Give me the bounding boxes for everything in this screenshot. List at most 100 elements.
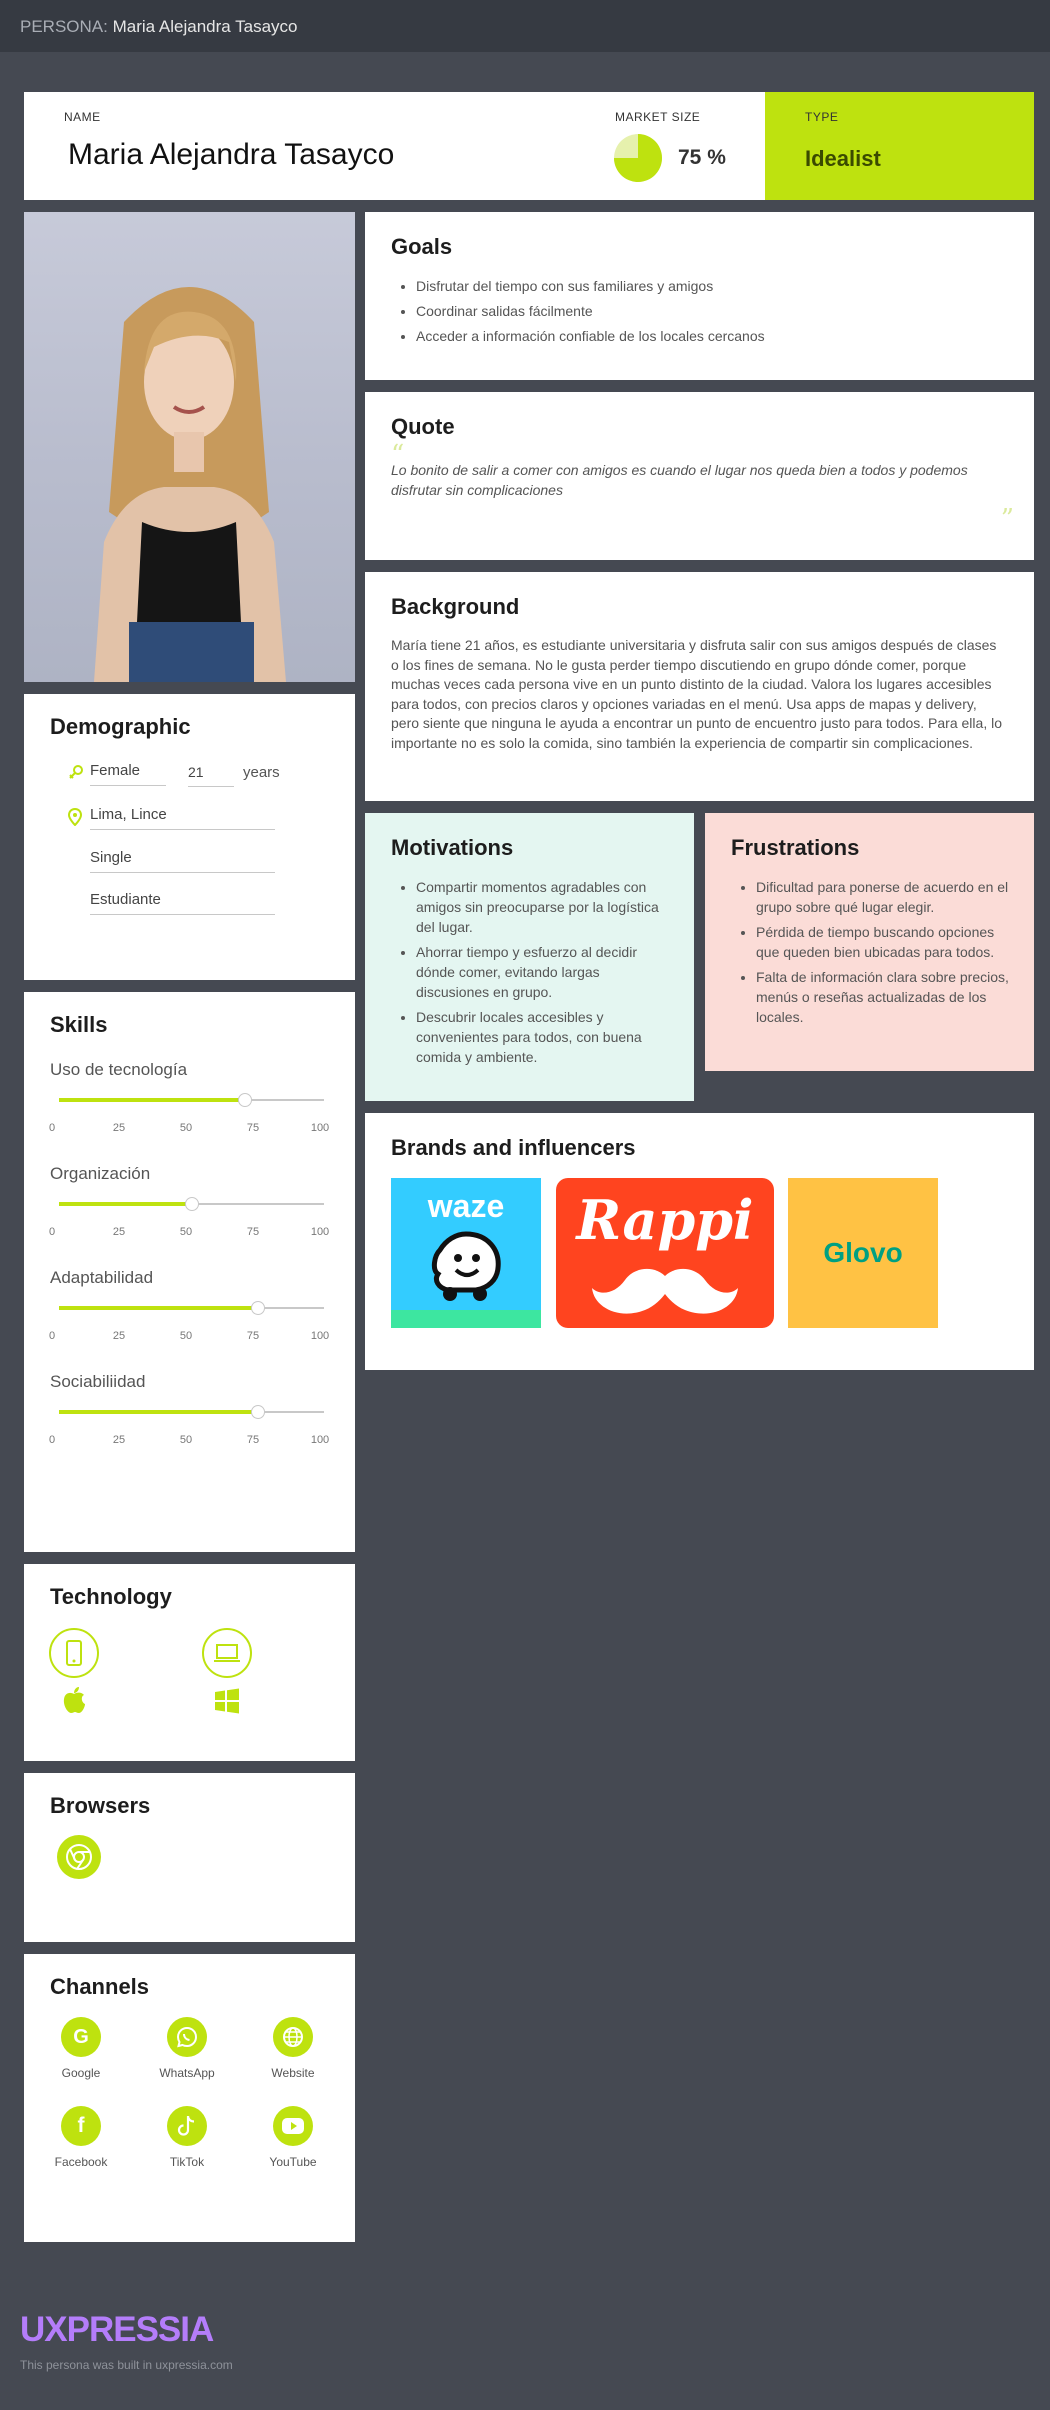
technology-title: Technology bbox=[50, 1584, 172, 1609]
market-size-pie bbox=[614, 134, 662, 182]
persona-photo-illustration bbox=[94, 287, 286, 682]
rappi-wordmark: Rappi bbox=[576, 1188, 754, 1252]
skill-slider-handle[interactable] bbox=[250, 1405, 265, 1419]
waze-ghost-icon bbox=[431, 1231, 501, 1301]
waze-logo[interactable]: waze bbox=[391, 1178, 541, 1328]
channels-title: Channels bbox=[50, 1974, 150, 1999]
skill-scale-tick: 100 bbox=[310, 1226, 330, 1238]
quote-section: Quote “ Lo bonito de salir a comer con a… bbox=[365, 392, 1034, 560]
goals-list: Disfrutar del tiempo con sus familiares … bbox=[391, 276, 1011, 351]
glovo-logo[interactable]: Glovo bbox=[788, 1178, 938, 1328]
tiktok-icon[interactable] bbox=[167, 2106, 207, 2146]
channel-label-website: Website bbox=[271, 2066, 315, 2080]
skill-scale-tick: 100 bbox=[310, 1330, 330, 1342]
background-section: Background María tiene 21 años, es estud… bbox=[365, 572, 1034, 801]
top-bar: PERSONA: Maria Alejandra Tasayco bbox=[0, 0, 1050, 52]
motivations-title: Motivations bbox=[391, 835, 514, 860]
skill-scale-tick: 100 bbox=[310, 1122, 330, 1134]
skill-slider-handle[interactable] bbox=[184, 1197, 199, 1211]
goal-item: Acceder a información confiable de los l… bbox=[416, 326, 1011, 346]
persona-prefix: PERSONA: bbox=[20, 17, 108, 36]
skill-label: Uso de tecnología bbox=[50, 1060, 188, 1079]
channel-label-facebook: Facebook bbox=[54, 2155, 108, 2169]
skill-slider-fill bbox=[59, 1202, 192, 1206]
goals-section: Goals Disfrutar del tiempo con sus famil… bbox=[365, 212, 1034, 380]
occupation-field[interactable]: Estudiante bbox=[90, 891, 275, 915]
motivations-list: Compartir momentos agradables con amigos… bbox=[391, 877, 671, 1072]
facebook-icon[interactable]: f bbox=[61, 2106, 101, 2146]
background-text: María tiene 21 años, es estudiante unive… bbox=[391, 637, 1002, 751]
youtube-icon[interactable] bbox=[273, 2106, 313, 2146]
skill-slider-fill bbox=[59, 1410, 258, 1414]
channel-label-tiktok: TikTok bbox=[169, 2155, 205, 2169]
persona-full-name: Maria Alejandra Tasayco bbox=[68, 138, 395, 171]
skill-label: Sociabiliidad bbox=[50, 1372, 146, 1391]
persona-header: NAME Maria Alejandra Tasayco MARKET SIZE… bbox=[24, 92, 1034, 200]
browsers-section: Browsers bbox=[24, 1773, 355, 1942]
motivation-item: Descubrir locales accesibles y convenien… bbox=[416, 1007, 671, 1067]
rappi-logo[interactable]: Rappi bbox=[556, 1178, 774, 1328]
location-field[interactable]: Lima, Lince bbox=[90, 806, 275, 830]
channel-label-youtube: YouTube bbox=[269, 2155, 317, 2169]
skill-scale-tick: 75 bbox=[246, 1226, 260, 1238]
skill-scale-tick: 100 bbox=[310, 1434, 330, 1446]
type-value: Idealist bbox=[805, 146, 881, 171]
skill-slider[interactable] bbox=[59, 1093, 324, 1107]
skill-scale-tick: 0 bbox=[48, 1122, 56, 1134]
skill-slider-handle[interactable] bbox=[237, 1093, 252, 1107]
skill-scale-tick: 75 bbox=[246, 1122, 260, 1134]
skill-scale-tick: 0 bbox=[48, 1330, 56, 1342]
persona-photo bbox=[24, 212, 355, 682]
channel-label-google: Google bbox=[61, 2066, 101, 2080]
waze-wordmark: waze bbox=[427, 1188, 505, 1224]
skill-scale-tick: 25 bbox=[112, 1434, 126, 1446]
skill-slider-handle[interactable] bbox=[250, 1301, 265, 1315]
quote-close-mark: ” bbox=[1000, 504, 1014, 534]
apple-icon bbox=[63, 1687, 85, 1713]
goal-item: Disfrutar del tiempo con sus familiares … bbox=[416, 276, 1011, 296]
frustration-item: Falta de información clara sobre precios… bbox=[756, 967, 1011, 1027]
browsers-title: Browsers bbox=[50, 1793, 151, 1818]
skill-slider-fill bbox=[59, 1306, 258, 1310]
location-pin-icon bbox=[68, 808, 82, 826]
skill-slider[interactable] bbox=[59, 1197, 324, 1211]
frustrations-section: Frustrations Dificultad para ponerse de … bbox=[705, 813, 1034, 1071]
skill-slider[interactable] bbox=[59, 1301, 324, 1315]
frustrations-title: Frustrations bbox=[731, 835, 860, 860]
brands-section: Brands and influencers waze Rappi Glovo bbox=[365, 1113, 1034, 1370]
skill-scale-tick: 50 bbox=[179, 1434, 193, 1446]
channel-label-whatsapp: WhatsApp bbox=[159, 2066, 215, 2080]
skill-scale-tick: 75 bbox=[246, 1434, 260, 1446]
age-field[interactable]: 21 bbox=[188, 764, 234, 787]
quote-text: Lo bonito de salir a comer con amigos es… bbox=[391, 462, 968, 498]
uxpressia-logo[interactable]: UXPRESSIA bbox=[20, 2310, 214, 2350]
demographic-section: Demographic Female 21 years Lima, Lince … bbox=[24, 694, 355, 980]
demographic-title: Demographic bbox=[50, 714, 191, 739]
gender-icon bbox=[69, 765, 83, 779]
age-unit: years bbox=[243, 764, 280, 781]
market-size-value: 75 % bbox=[678, 146, 726, 169]
technology-section: Technology bbox=[24, 1564, 355, 1761]
skill-scale-tick: 50 bbox=[179, 1122, 193, 1134]
skill-label: Organización bbox=[50, 1164, 151, 1183]
skill-slider[interactable] bbox=[59, 1405, 324, 1419]
skill-scale-tick: 50 bbox=[179, 1330, 193, 1342]
channels-section: Channels G Google WhatsApp Website f Fac… bbox=[24, 1954, 355, 2242]
waze-bottom-band bbox=[391, 1310, 541, 1328]
skill-scale-tick: 25 bbox=[112, 1330, 126, 1342]
name-label: NAME bbox=[64, 110, 101, 124]
motivation-item: Ahorrar tiempo y esfuerzo al decidir dón… bbox=[416, 942, 671, 1002]
skills-section: Skills Uso de tecnología 0 25 50 75 100 Organi… bbox=[24, 992, 355, 1552]
globe-icon[interactable] bbox=[273, 2017, 313, 2057]
skill-scale-tick: 75 bbox=[246, 1330, 260, 1342]
laptop-icon bbox=[202, 1628, 252, 1678]
chrome-icon bbox=[57, 1835, 101, 1879]
brands-title: Brands and influencers bbox=[391, 1135, 636, 1160]
gender-field[interactable]: Female bbox=[90, 762, 166, 786]
motivation-item: Compartir momentos agradables con amigos… bbox=[416, 877, 671, 937]
google-icon[interactable]: G bbox=[61, 2017, 101, 2057]
rappi-mustache-icon bbox=[592, 1268, 738, 1314]
market-size-label: MARKET SIZE bbox=[615, 110, 701, 124]
whatsapp-icon[interactable] bbox=[167, 2017, 207, 2057]
relationship-field[interactable]: Single bbox=[90, 849, 275, 873]
